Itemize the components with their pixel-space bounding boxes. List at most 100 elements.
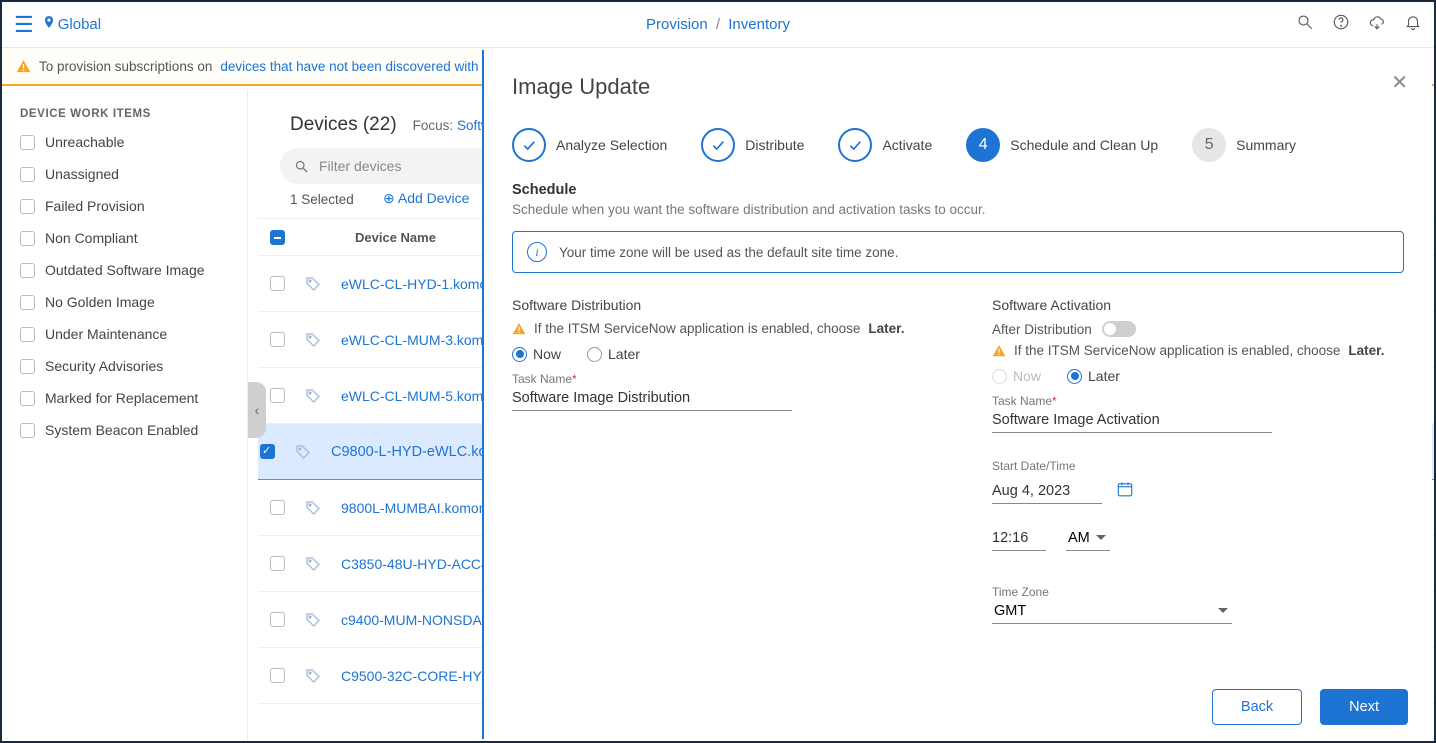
stepper: Analyze Selection Distribute Activate 4 … bbox=[512, 128, 1404, 162]
work-item-2[interactable]: Failed Provision bbox=[20, 198, 229, 214]
search-icon[interactable] bbox=[1296, 13, 1314, 36]
work-item-9[interactable]: System Beacon Enabled bbox=[20, 422, 229, 438]
back-button[interactable]: Back bbox=[1212, 689, 1302, 725]
collapse-sidebar-tab[interactable]: ‹ bbox=[248, 382, 266, 438]
checkbox[interactable] bbox=[20, 167, 35, 182]
col-device-name[interactable]: Device Name bbox=[355, 230, 436, 245]
tag-icon[interactable] bbox=[305, 500, 321, 516]
close-icon[interactable]: ✕ bbox=[1391, 70, 1408, 95]
start-time-input[interactable] bbox=[992, 526, 1046, 551]
activation-heading: Software Activation bbox=[992, 297, 1412, 313]
schedule-heading: Schedule bbox=[512, 182, 1404, 198]
panel-footer: Back Next bbox=[1212, 689, 1408, 725]
step-analyze[interactable]: Analyze Selection bbox=[512, 128, 667, 162]
menu-icon[interactable]: ☰ bbox=[14, 12, 34, 38]
work-item-6[interactable]: Under Maintenance bbox=[20, 326, 229, 342]
devices-heading: Devices (22) Focus: Softwa bbox=[290, 114, 498, 136]
ampm-select[interactable]: AM bbox=[1066, 526, 1110, 551]
timezone-select[interactable]: GMT bbox=[992, 599, 1232, 624]
work-item-1[interactable]: Unassigned bbox=[20, 166, 229, 182]
step-activate[interactable]: Activate bbox=[838, 128, 932, 162]
step-label: Summary bbox=[1236, 137, 1296, 153]
checkbox[interactable] bbox=[20, 423, 35, 438]
tag-icon[interactable] bbox=[305, 612, 321, 628]
step-schedule[interactable]: 4 Schedule and Clean Up bbox=[966, 128, 1158, 162]
row-checkbox[interactable] bbox=[270, 276, 285, 291]
dist-task-input[interactable] bbox=[512, 386, 792, 411]
row-checkbox[interactable] bbox=[270, 332, 285, 347]
breadcrumb: Provision / Inventory bbox=[646, 16, 790, 33]
work-item-4[interactable]: Outdated Software Image bbox=[20, 262, 229, 278]
device-name-link[interactable]: eWLC-CL-MUM-3.komo bbox=[341, 332, 491, 348]
help-icon[interactable] bbox=[1332, 13, 1350, 36]
cloud-icon[interactable] bbox=[1368, 13, 1386, 36]
dist-later-radio[interactable]: Later bbox=[587, 346, 640, 362]
device-name-link[interactable]: C9500-32C-CORE-HYD bbox=[341, 668, 492, 684]
start-date-input[interactable] bbox=[992, 479, 1102, 504]
tag-icon[interactable] bbox=[305, 388, 321, 404]
checkbox[interactable] bbox=[20, 391, 35, 406]
row-checkbox[interactable] bbox=[270, 500, 285, 515]
device-name-link[interactable]: eWLC-CL-HYD-1.komon bbox=[341, 276, 495, 292]
tag-icon[interactable] bbox=[305, 276, 321, 292]
check-icon bbox=[701, 128, 735, 162]
work-item-3[interactable]: Non Compliant bbox=[20, 230, 229, 246]
next-button[interactable]: Next bbox=[1320, 689, 1408, 725]
row-checkbox[interactable] bbox=[260, 444, 275, 459]
device-name-link[interactable]: c9400-MUM-NONSDA- bbox=[341, 612, 486, 628]
radio-label: Now bbox=[533, 346, 561, 362]
tag-icon[interactable] bbox=[305, 332, 321, 348]
act-now-radio: Now bbox=[992, 368, 1041, 384]
work-item-label: Unassigned bbox=[45, 166, 119, 182]
work-item-5[interactable]: No Golden Image bbox=[20, 294, 229, 310]
checkbox[interactable] bbox=[20, 263, 35, 278]
add-device-button[interactable]: Add Device bbox=[383, 190, 469, 207]
location-label[interactable]: Global bbox=[58, 16, 101, 33]
row-checkbox[interactable] bbox=[270, 556, 285, 571]
top-icon-group bbox=[1296, 13, 1422, 36]
checkbox[interactable] bbox=[20, 359, 35, 374]
checkbox[interactable] bbox=[20, 327, 35, 342]
tag-icon[interactable] bbox=[295, 444, 311, 460]
checkbox[interactable] bbox=[20, 199, 35, 214]
tag-icon[interactable] bbox=[305, 668, 321, 684]
select-all-checkbox[interactable] bbox=[270, 230, 285, 245]
panel-title: Image Update bbox=[512, 74, 1404, 100]
act-task-input[interactable] bbox=[992, 408, 1272, 433]
step-summary[interactable]: 5 Summary bbox=[1192, 128, 1296, 162]
banner-text: To provision subscriptions on bbox=[39, 59, 212, 74]
device-name-link[interactable]: eWLC-CL-MUM-5.komo bbox=[341, 388, 491, 404]
device-name-link[interactable]: C9800-L-HYD-eWLC.ko bbox=[331, 444, 487, 460]
work-item-0[interactable]: Unreachable bbox=[20, 134, 229, 150]
dist-now-radio[interactable]: Now bbox=[512, 346, 561, 362]
work-item-7[interactable]: Security Advisories bbox=[20, 358, 229, 374]
work-item-8[interactable]: Marked for Replacement bbox=[20, 390, 229, 406]
device-name-link[interactable]: C3850-48U-HYD-ACC4 bbox=[341, 556, 489, 572]
checkbox[interactable] bbox=[20, 135, 35, 150]
activation-column: Software Activation After Distribution I… bbox=[992, 297, 1412, 624]
radio-label: Later bbox=[608, 346, 640, 362]
work-item-label: Unreachable bbox=[45, 134, 124, 150]
step-label: Analyze Selection bbox=[556, 137, 667, 153]
bell-icon[interactable] bbox=[1404, 13, 1422, 36]
location-pin-icon bbox=[42, 15, 56, 34]
act-later-radio[interactable]: Later bbox=[1067, 368, 1120, 384]
warning-icon bbox=[512, 322, 526, 336]
breadcrumb-provision[interactable]: Provision bbox=[646, 16, 708, 33]
distribution-heading: Software Distribution bbox=[512, 297, 932, 313]
schedule-subtext: Schedule when you want the software dist… bbox=[512, 202, 1404, 217]
device-name-link[interactable]: 9800L-MUMBAI.komono bbox=[341, 500, 494, 516]
breadcrumb-inventory[interactable]: Inventory bbox=[728, 16, 790, 33]
step-distribute[interactable]: Distribute bbox=[701, 128, 804, 162]
checkbox[interactable] bbox=[20, 295, 35, 310]
work-item-label: Marked for Replacement bbox=[45, 390, 198, 406]
checkbox[interactable] bbox=[20, 231, 35, 246]
calendar-icon[interactable] bbox=[1116, 480, 1134, 503]
warning-icon bbox=[992, 344, 1006, 358]
row-checkbox[interactable] bbox=[270, 612, 285, 627]
after-distribution-toggle[interactable] bbox=[1102, 321, 1136, 337]
row-checkbox[interactable] bbox=[270, 668, 285, 683]
tag-icon[interactable] bbox=[305, 556, 321, 572]
row-checkbox[interactable] bbox=[270, 388, 285, 403]
work-item-label: Under Maintenance bbox=[45, 326, 167, 342]
